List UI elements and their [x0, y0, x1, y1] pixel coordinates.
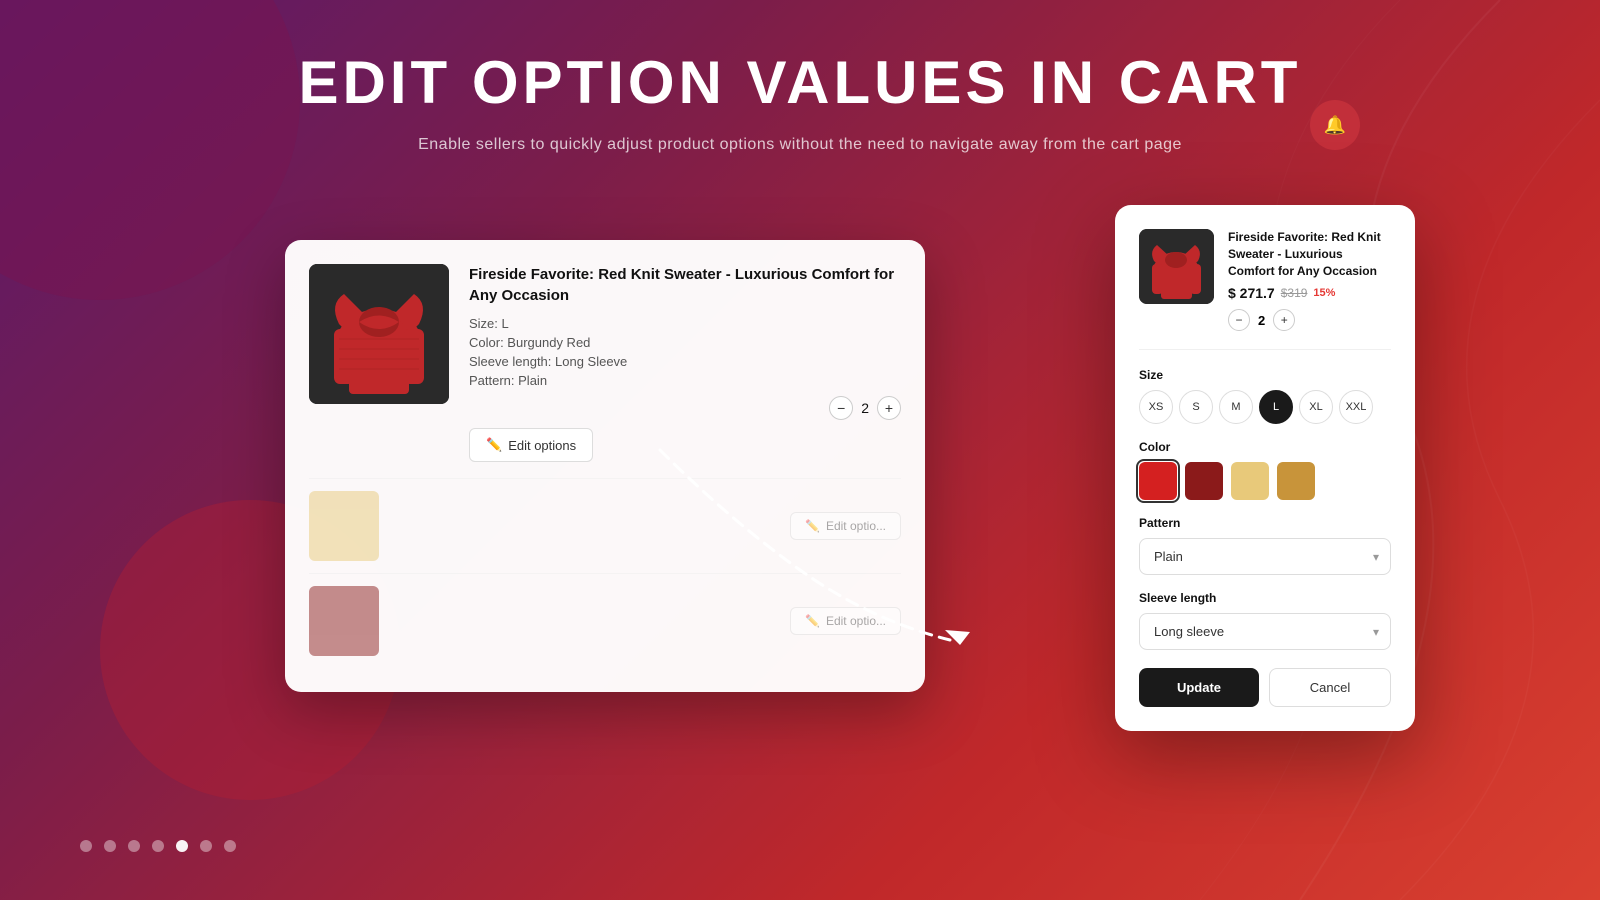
modal-product-title: Fireside Favorite: Red Knit Sweater - Lu…: [1228, 229, 1391, 279]
size-xs[interactable]: XS: [1139, 390, 1173, 424]
color-burgundy[interactable]: [1185, 462, 1223, 500]
faded-product-img-1: [309, 491, 379, 561]
color-red[interactable]: [1139, 462, 1177, 500]
dot-6[interactable]: [224, 840, 236, 852]
sleeve-section: Sleeve length Long sleeve Short sleeve S…: [1139, 591, 1391, 650]
edit-modal: Fireside Favorite: Red Knit Sweater - Lu…: [1115, 205, 1415, 731]
size-option-text: Size: L: [469, 316, 901, 331]
sleeve-option-text: Sleeve length: Long Sleeve: [469, 354, 901, 369]
header: EDIT OPTION VALUES IN CART Enable seller…: [280, 50, 1320, 154]
price-discount: 15%: [1313, 287, 1335, 299]
size-l[interactable]: L: [1259, 390, 1293, 424]
dot-4[interactable]: [176, 840, 188, 852]
cancel-button[interactable]: Cancel: [1269, 668, 1391, 707]
sleeve-label: Sleeve length: [1139, 591, 1391, 605]
dot-2[interactable]: [128, 840, 140, 852]
cart-row-faded-1: ✏️ Edit optio...: [309, 478, 901, 573]
product-title: Fireside Favorite: Red Knit Sweater - Lu…: [469, 264, 901, 306]
qty-increase-button[interactable]: +: [877, 396, 901, 420]
price-old: $319: [1281, 286, 1308, 300]
size-xl[interactable]: XL: [1299, 390, 1333, 424]
dot-3[interactable]: [152, 840, 164, 852]
modal-qty-decrease[interactable]: −: [1228, 309, 1250, 331]
pencil-icon: ✏️: [486, 437, 502, 453]
dot-0[interactable]: [80, 840, 92, 852]
cart-panel: Fireside Favorite: Red Knit Sweater - Lu…: [285, 240, 925, 692]
product-details: Fireside Favorite: Red Knit Sweater - Lu…: [469, 264, 901, 462]
bg-decoration-circle-1: [0, 0, 300, 300]
color-yellow[interactable]: [1231, 462, 1269, 500]
color-section: Color: [1139, 440, 1391, 500]
color-label: Color: [1139, 440, 1391, 454]
product-image: [309, 264, 449, 404]
qty-decrease-button[interactable]: −: [829, 396, 853, 420]
price-current: $ 271.7: [1228, 285, 1275, 301]
edit-options-button-3[interactable]: ✏️ Edit optio...: [790, 607, 901, 635]
size-label: Size: [1139, 368, 1391, 382]
size-section: Size XS S M L XL XXL: [1139, 368, 1391, 424]
sleeve-dropdown[interactable]: Long sleeve Short sleeve Sleeveless: [1139, 613, 1391, 650]
modal-product-info: Fireside Favorite: Red Knit Sweater - Lu…: [1228, 229, 1391, 331]
size-xxl[interactable]: XXL: [1339, 390, 1373, 424]
size-options: XS S M L XL XXL: [1139, 390, 1391, 424]
modal-qty-value: 2: [1258, 313, 1265, 328]
modal-product-image: [1139, 229, 1214, 304]
pagination-dots: [80, 840, 236, 852]
edit-options-label-2: Edit optio...: [826, 519, 886, 533]
pattern-label: Pattern: [1139, 516, 1391, 530]
modal-qty-increase[interactable]: +: [1273, 309, 1295, 331]
dot-1[interactable]: [104, 840, 116, 852]
edit-options-button[interactable]: ✏️ Edit options: [469, 428, 593, 462]
faded-product-img-2: [309, 586, 379, 656]
notification-icon: 🔔: [1324, 115, 1346, 136]
pattern-option-text: Pattern: Plain: [469, 373, 901, 388]
pencil-icon-3: ✏️: [805, 614, 820, 628]
modal-product-header: Fireside Favorite: Red Knit Sweater - Lu…: [1139, 229, 1391, 350]
sleeve-dropdown-wrapper: Long sleeve Short sleeve Sleeveless ▾: [1139, 613, 1391, 650]
edit-options-label: Edit options: [508, 438, 576, 453]
cart-row-faded-2: ✏️ Edit optio...: [309, 573, 901, 668]
size-s[interactable]: S: [1179, 390, 1213, 424]
page-subtitle: Enable sellers to quickly adjust product…: [280, 136, 1320, 154]
pattern-dropdown-wrapper: Plain Striped Checkered ▾: [1139, 538, 1391, 575]
size-m[interactable]: M: [1219, 390, 1253, 424]
modal-buttons: Update Cancel: [1139, 668, 1391, 707]
quantity-row: − 2 +: [469, 396, 901, 420]
edit-options-button-2[interactable]: ✏️ Edit optio...: [790, 512, 901, 540]
color-option-text: Color: Burgundy Red: [469, 335, 901, 350]
cart-item-row: Fireside Favorite: Red Knit Sweater - Lu…: [309, 264, 901, 462]
page-title: EDIT OPTION VALUES IN CART: [280, 50, 1320, 116]
pattern-dropdown[interactable]: Plain Striped Checkered: [1139, 538, 1391, 575]
pattern-section: Pattern Plain Striped Checkered ▾: [1139, 516, 1391, 575]
color-tan[interactable]: [1277, 462, 1315, 500]
modal-qty-row: − 2 +: [1228, 309, 1391, 331]
qty-value: 2: [861, 400, 869, 416]
dot-5[interactable]: [200, 840, 212, 852]
pencil-icon-2: ✏️: [805, 519, 820, 533]
edit-options-label-3: Edit optio...: [826, 614, 886, 628]
update-button[interactable]: Update: [1139, 668, 1259, 707]
modal-price-row: $ 271.7 $319 15%: [1228, 285, 1391, 301]
color-options: [1139, 462, 1391, 500]
